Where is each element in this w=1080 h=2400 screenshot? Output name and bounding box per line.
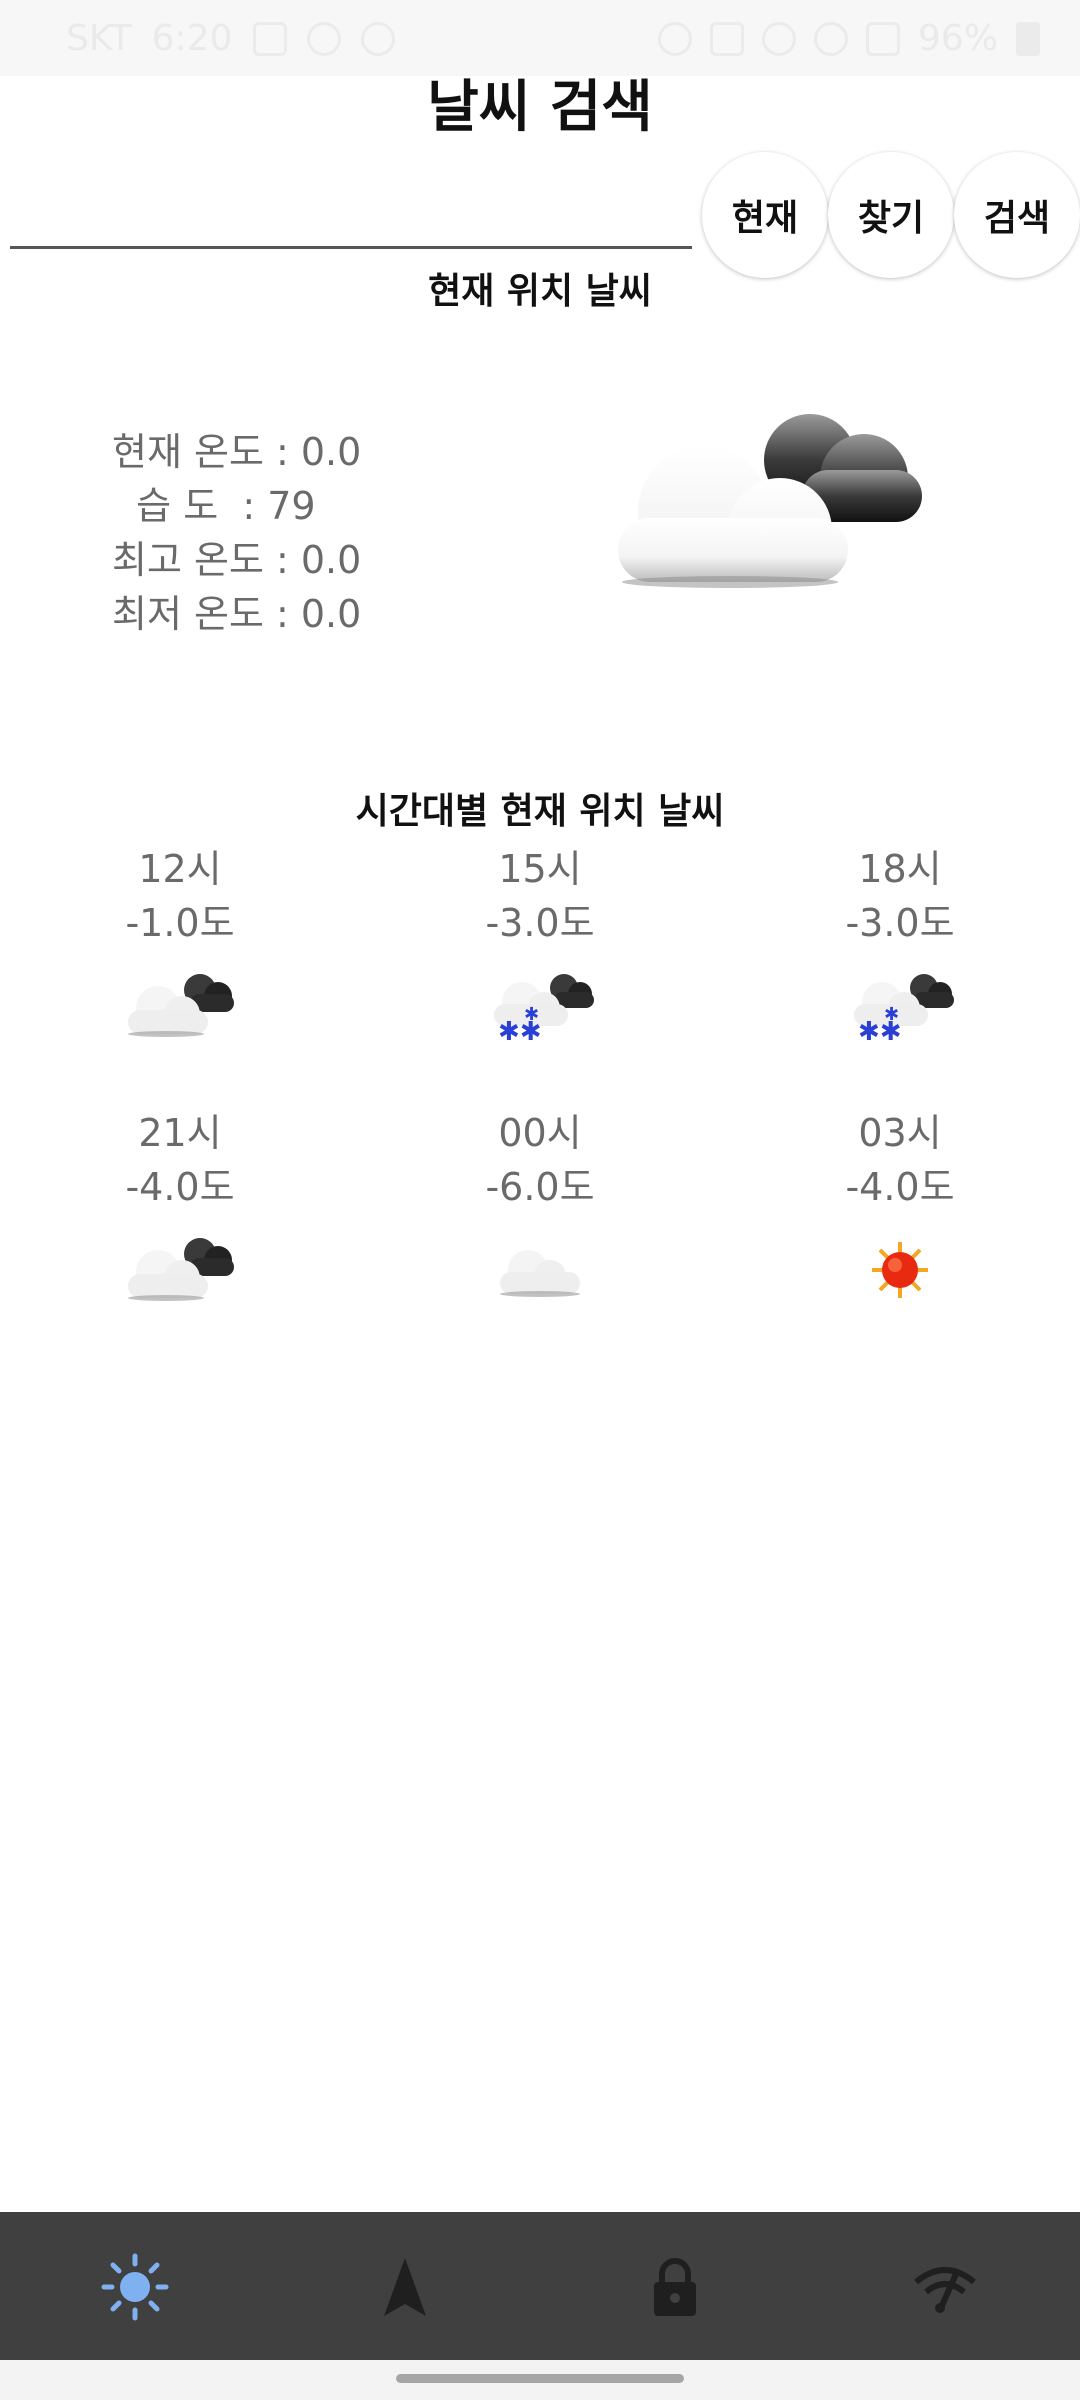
snow-icon: ✱✱ ✱ [854,974,954,1044]
chat-icon [306,21,341,56]
hourly-time: 18시 [858,847,942,891]
sun-icon [872,1242,928,1298]
search-input-underline [10,246,692,249]
svg-text:✱: ✱ [524,1004,539,1025]
signal-icon [865,21,900,56]
network-icon[interactable] [910,2252,980,2322]
hourly-temp: -4.0도 [125,1165,235,1209]
svg-text:✱: ✱ [884,1004,899,1025]
hourly-time: 15시 [498,847,582,891]
carrier-label: SKT [66,18,132,59]
search-input[interactable] [10,180,692,244]
search-button[interactable]: 검색 [954,152,1080,278]
gesture-bar [0,2360,1080,2400]
clock: 6:20 [151,18,233,59]
humidity: 습 도 : 79 [112,484,316,528]
hourly-time: 21시 [138,1111,222,1155]
hourly-item: 21시 -4.0도 [80,1106,280,1308]
bluetooth-icon [657,21,692,56]
hourly-time: 12시 [138,847,222,891]
hourly-item: 03시 -4.0도 [800,1106,1000,1308]
min-temp: 최저 온도 : 0.0 [112,592,362,636]
hourly-item: 00시 -6.0도 [440,1106,640,1308]
bulb-icon [360,21,395,56]
hourly-temp: -1.0도 [125,901,235,945]
current-weather-info: 현재 온도 : 0.0 습 도 : 79 최고 온도 : 0.0 최저 온도 :… [112,425,361,641]
max-temp: 최고 온도 : 0.0 [112,538,362,582]
lock-icon[interactable] [640,2252,710,2322]
sun-icon[interactable] [100,2252,170,2322]
current-temp: 현재 온도 : 0.0 [112,430,362,474]
page-title: 날씨 검색 [427,75,653,140]
wifi-icon [813,21,848,56]
hourly-temp: -4.0도 [845,1165,955,1209]
bottom-nav [0,2212,1080,2360]
location-icon [761,21,796,56]
gallery-icon [252,21,287,56]
hourly-time: 03시 [858,1111,942,1155]
hourly-temp: -3.0도 [845,901,955,945]
current-weather-title: 현재 위치 날씨 [428,271,652,312]
hourly-item: 18시 -3.0도 ✱✱ ✱ [800,842,1000,1044]
hourly-temp: -3.0도 [485,901,595,945]
battery-icon [1016,21,1040,56]
find-button[interactable]: 찾기 [828,152,954,278]
mute-icon [709,21,744,56]
home-indicator[interactable] [396,2374,684,2383]
navigation-arrow-icon[interactable] [370,2252,440,2322]
hourly-item: 12시 -1.0도 [80,842,280,1044]
hourly-temp: -6.0도 [485,1165,595,1209]
cloudy-icon [128,1238,234,1301]
cloudy-icon [618,414,922,588]
cloud-icon [500,1250,580,1297]
cloudy-icon [128,974,234,1037]
hourly-item: 15시 -3.0도 ✱✱ ✱ [440,842,640,1044]
hourly-time: 00시 [498,1111,582,1155]
current-location-button[interactable]: 현재 [702,152,828,278]
snow-icon: ✱✱ ✱ [494,974,594,1044]
hourly-weather-title: 시간대별 현재 위치 날씨 [355,791,725,832]
battery-percent: 96% [917,18,998,59]
